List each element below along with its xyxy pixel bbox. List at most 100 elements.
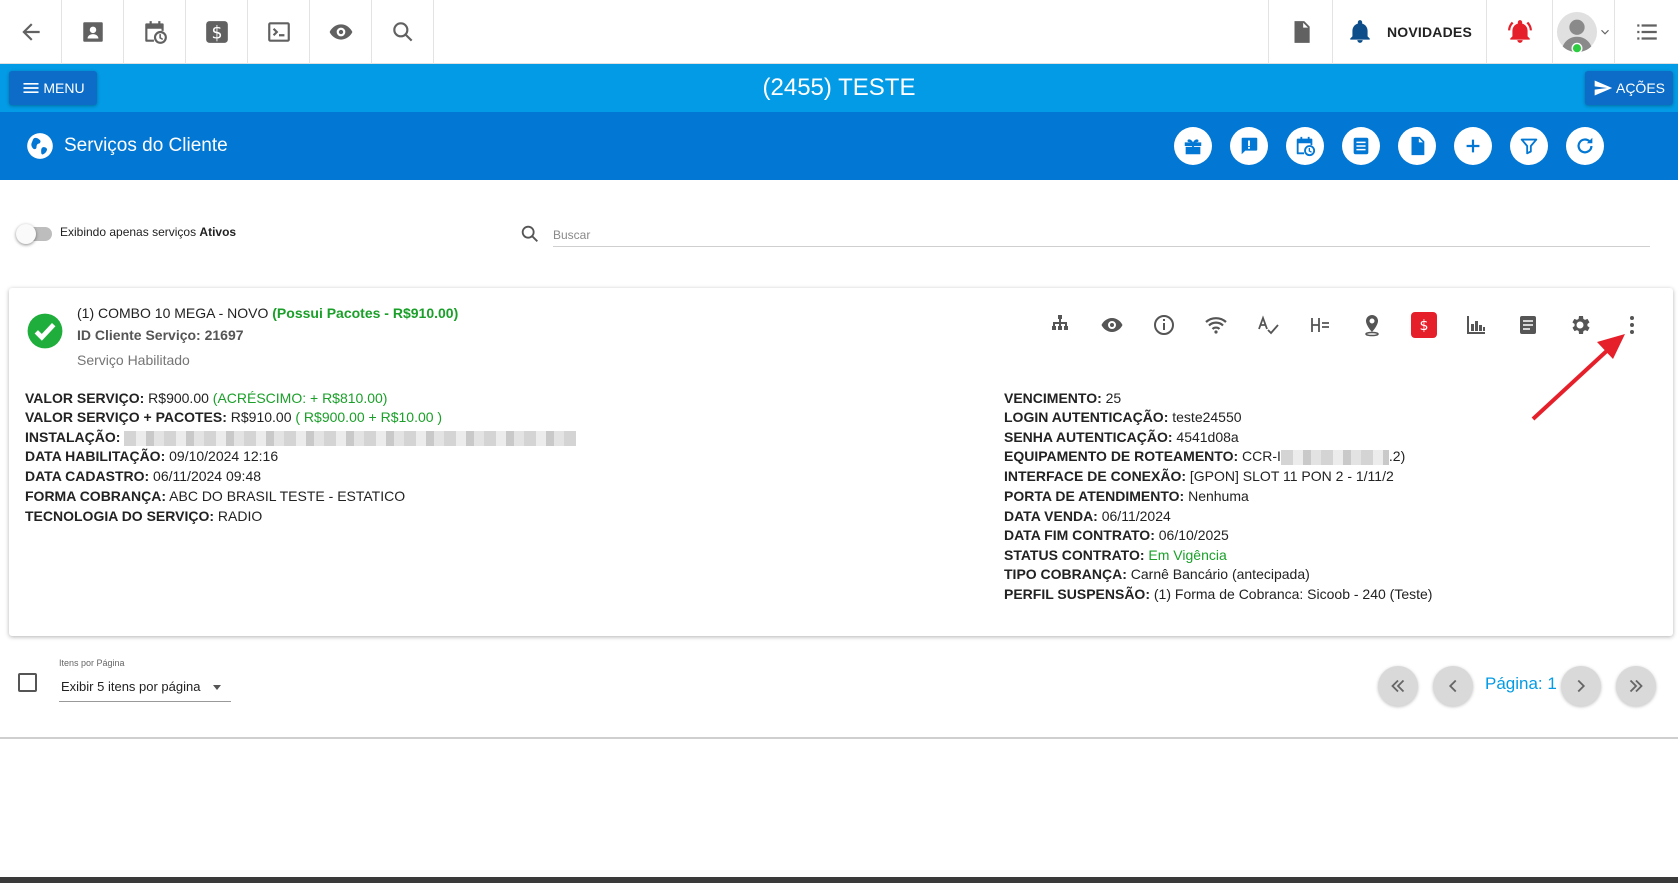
annotation-arrow xyxy=(1531,334,1625,421)
items-per-page-label: Itens por Página xyxy=(59,658,125,668)
items-per-page-value: Exibir 5 itens por página xyxy=(61,679,201,694)
check-circle-icon xyxy=(27,313,63,349)
chevron-down-icon xyxy=(1600,29,1609,35)
search-input[interactable] xyxy=(553,223,1650,247)
redacted-equipment xyxy=(1280,449,1389,465)
search-icon xyxy=(392,22,412,42)
spellcheck-icon xyxy=(1258,315,1279,335)
top-toolbar: $ NOVIDADES xyxy=(0,0,1678,64)
terminal-button[interactable] xyxy=(248,0,310,64)
field-valor-pacotes: VALOR SERVIÇO + PACOTES: R$910.00 ( R$90… xyxy=(25,409,443,425)
chevron-right-icon xyxy=(1577,679,1586,693)
items-per-page-select[interactable]: Exibir 5 itens por página xyxy=(59,672,231,702)
eye-icon xyxy=(329,24,352,40)
list-box-button[interactable] xyxy=(1342,127,1380,165)
field-status-contrato: STATUS CONTRATO: Em Vigência xyxy=(1004,547,1227,563)
client-data-button[interactable] xyxy=(62,0,124,64)
refresh-button[interactable] xyxy=(1566,127,1604,165)
field-login: LOGIN AUTENTICAÇÃO: teste24550 xyxy=(1004,409,1242,425)
heading-equal-icon xyxy=(1311,318,1329,332)
chart-button[interactable] xyxy=(1462,311,1490,339)
field-data-venda: DATA VENDA: 06/11/2024 xyxy=(1004,508,1171,524)
terminal-icon xyxy=(267,22,290,42)
window-bottom-edge xyxy=(0,877,1678,883)
dropdown-caret-icon xyxy=(213,685,221,690)
news-button[interactable]: NOVIDADES xyxy=(1332,0,1486,64)
network-tree-icon xyxy=(1052,315,1068,330)
hamburger-icon xyxy=(23,83,39,93)
pdf-button[interactable] xyxy=(1268,0,1332,64)
service-status: Serviço Habilitado xyxy=(77,352,190,368)
field-forma-cobranca: FORMA COBRANÇA: ABC DO BRASIL TESTE - ES… xyxy=(25,488,406,504)
user-menu-button[interactable] xyxy=(1552,0,1614,64)
back-button[interactable] xyxy=(0,0,62,64)
dollar-icon: $ xyxy=(205,21,228,44)
svg-text:$: $ xyxy=(1419,318,1428,334)
double-chevron-left-icon xyxy=(1391,679,1405,693)
search-icon xyxy=(521,225,538,242)
network-tree-button[interactable] xyxy=(1046,311,1074,339)
globe-icon xyxy=(27,133,53,159)
field-instalacao: INSTALAÇÃO: xyxy=(25,428,577,447)
financial-service-button[interactable]: $ xyxy=(1411,312,1437,338)
document-icon xyxy=(1411,136,1425,156)
money-icon: $ xyxy=(1419,318,1428,334)
map-pin-button[interactable] xyxy=(1358,311,1386,339)
field-vencimento: VENCIMENTO: 25 xyxy=(1004,390,1122,406)
pdf-icon xyxy=(1294,21,1310,43)
wifi-button[interactable] xyxy=(1202,311,1230,339)
spellcheck-button[interactable] xyxy=(1254,311,1282,339)
first-page-button[interactable] xyxy=(1378,666,1418,706)
active-services-toggle[interactable] xyxy=(16,224,52,244)
select-all-checkbox[interactable] xyxy=(18,673,37,692)
schedule-button[interactable] xyxy=(124,0,186,64)
list-icon xyxy=(1636,24,1657,40)
filter-button[interactable] xyxy=(1510,127,1548,165)
schedule-service-button[interactable] xyxy=(1286,127,1324,165)
next-page-button[interactable] xyxy=(1561,666,1601,706)
document-button[interactable] xyxy=(1398,127,1436,165)
back-arrow-icon xyxy=(21,23,40,41)
message-alert-icon xyxy=(1241,137,1258,155)
section-title: Serviços do Cliente xyxy=(26,112,228,180)
gift-button[interactable] xyxy=(1174,127,1212,165)
toggle-label: Exibindo apenas serviços Ativos xyxy=(60,225,237,239)
map-pin-icon xyxy=(1365,315,1379,337)
client-service-id: ID Cliente Serviço: 21697 xyxy=(77,327,244,343)
list-box-icon xyxy=(1353,137,1369,155)
last-page-button[interactable] xyxy=(1616,666,1656,706)
financial-button[interactable]: $ xyxy=(186,0,248,64)
search-button[interactable] xyxy=(372,0,434,64)
gift-icon xyxy=(1184,139,1202,155)
contact-card-icon xyxy=(82,22,103,42)
field-data-cadastro: DATA CADASTRO: 06/11/2024 09:48 xyxy=(25,468,262,484)
menu-button[interactable]: MENU xyxy=(9,71,97,105)
alerts-button[interactable] xyxy=(1486,0,1552,64)
field-valor-servico: VALOR SERVIÇO: R$900.00 (ACRÉSCIMO: + R$… xyxy=(25,390,388,406)
field-interface: INTERFACE DE CONEXÃO: [GPON] SLOT 11 PON… xyxy=(1004,468,1394,484)
eye-icon xyxy=(1101,318,1123,332)
field-equipamento: EQUIPAMENTO DE ROTEAMENTO: CCR-I .2) xyxy=(1004,448,1406,465)
double-chevron-right-icon xyxy=(1629,679,1643,693)
filter-icon xyxy=(1520,138,1538,155)
actions-button[interactable]: AÇÕES xyxy=(1585,71,1673,105)
bell-icon xyxy=(1350,20,1370,43)
message-button[interactable] xyxy=(1230,127,1268,165)
field-senha: SENHA AUTENTICAÇÃO: 4541d08a xyxy=(1004,429,1239,445)
svg-text:$: $ xyxy=(211,24,222,44)
menu-label: MENU xyxy=(43,80,85,96)
view-button[interactable] xyxy=(310,0,372,64)
view-service-button[interactable] xyxy=(1098,311,1126,339)
field-porta: PORTA DE ATENDIMENTO: Nenhuma xyxy=(1004,488,1249,504)
field-tipo-cobranca: TIPO COBRANÇA: Carnê Bancário (antecipad… xyxy=(1004,566,1310,582)
add-button[interactable] xyxy=(1454,127,1492,165)
page-title: (2455) TESTE xyxy=(762,74,916,101)
info-button[interactable] xyxy=(1150,311,1178,339)
toggle-label-bold: Ativos xyxy=(199,225,237,239)
options-list-button[interactable] xyxy=(1614,0,1678,64)
service-title: (1) COMBO 10 MEGA - NOVO (Possui Pacotes… xyxy=(77,305,459,321)
calendar-clock-icon xyxy=(144,21,167,44)
heading-equal-button[interactable] xyxy=(1306,311,1334,339)
content-divider xyxy=(0,737,1678,739)
previous-page-button[interactable] xyxy=(1433,666,1473,706)
